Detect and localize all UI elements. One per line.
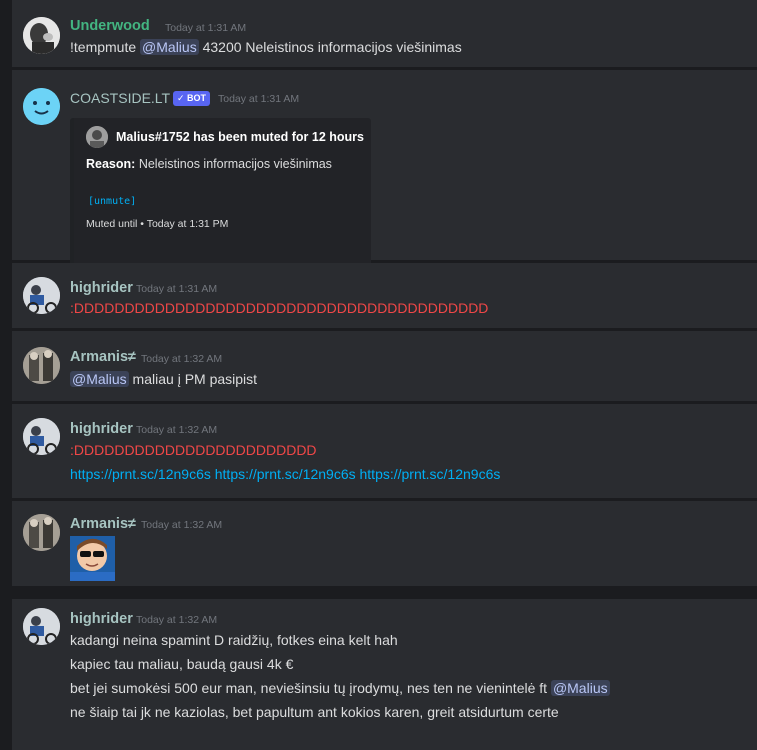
message-coastside-bot: COASTSIDE.LT ✓ BOT Today at 1:31 AM Mali… <box>12 70 757 275</box>
avatar-highrider[interactable] <box>23 277 60 314</box>
username-highrider[interactable]: highrider <box>70 421 133 437</box>
rider-photo-icon <box>23 418 60 455</box>
message-body: maliau į PM pasipist <box>128 371 258 387</box>
sunglasses-emoji-image[interactable] <box>70 536 115 581</box>
avatar-armanis[interactable] <box>23 347 60 384</box>
message-highrider-3: highrider Today at 1:32 AM kadangi neina… <box>12 599 757 750</box>
message-text: @Malius maliau į PM pasipist <box>70 371 257 387</box>
message-text: :DDDDDDDDDDDDDDDDDDDDDDDDDDDDDDDDDDDDDDD… <box>70 300 489 316</box>
avatar-highrider[interactable] <box>23 608 60 645</box>
unmute-action[interactable]: [unmute] <box>88 196 136 207</box>
embed-footer: Muted until • Today at 1:31 PM <box>86 218 228 230</box>
command-text: !tempmute <box>70 39 141 55</box>
username-underwood[interactable]: Underwood <box>70 18 150 34</box>
avatar-coastside-bot[interactable] <box>23 88 60 125</box>
link-prnt[interactable]: https://prnt.sc/12n9c6s <box>70 466 211 482</box>
timestamp: Today at 1:32 AM <box>141 519 223 531</box>
embed-reason: Reason: Neleistinos informacijos viešini… <box>86 157 332 171</box>
message-text: :DDDDDDDDDDDDDDDDDDDDDDDD <box>70 442 317 458</box>
footer-time: Today at 1:31 PM <box>146 218 229 230</box>
message-links: https://prnt.sc/12n9c6s https://prnt.sc/… <box>70 466 500 482</box>
message-line-1: kadangi neina spamint D raidžių, fotkes … <box>70 632 398 648</box>
timestamp: Today at 1:31 AM <box>165 22 247 34</box>
message-line-2: kapiec tau maliau, baudą gausi 4k € <box>70 656 294 672</box>
message-highrider-2: highrider Today at 1:32 AM :DDDDDDDDDDDD… <box>12 404 757 498</box>
sunglasses-face-icon <box>70 536 115 581</box>
command-args: 43200 Neleistinos informacijos viešinima… <box>198 39 462 55</box>
mention-malius[interactable]: @Malius <box>550 680 610 696</box>
message-underwood-tempmute: Underwood Today at 1:31 AM !tempmute @Ma… <box>12 0 757 67</box>
rider-photo-icon <box>23 277 60 314</box>
message-line-3: bet jei sumokėsi 500 eur man, neviešinsi… <box>70 680 610 696</box>
username-armanis[interactable]: Armanis≠ <box>70 516 136 532</box>
couple-photo-icon <box>23 514 60 551</box>
footer-separator: • <box>140 218 144 230</box>
username-highrider[interactable]: highrider <box>70 611 133 627</box>
reason-value: Neleistinos informacijos viešinimas <box>138 157 332 171</box>
link-prnt[interactable]: https://prnt.sc/12n9c6s <box>360 466 501 482</box>
timestamp: Today at 1:32 AM <box>136 614 218 626</box>
username-highrider[interactable]: highrider <box>70 280 133 296</box>
reason-label: Reason: <box>86 157 136 171</box>
message-line-4: ne šiaip tai jk ne kaziolas, bet papultu… <box>70 704 559 720</box>
timestamp: Today at 1:31 AM <box>218 93 300 105</box>
bot-badge: ✓ BOT <box>173 91 211 106</box>
avatar-highrider[interactable] <box>23 418 60 455</box>
avatar-underwood[interactable] <box>23 17 60 54</box>
message-highrider-1: highrider Today at 1:31 AM :DDDDDDDDDDDD… <box>12 263 757 328</box>
username-coastside[interactable]: COASTSIDE.LT <box>70 90 170 106</box>
timestamp: Today at 1:32 AM <box>141 353 223 365</box>
author-photo-icon <box>86 126 108 148</box>
embed-title: Malius#1752 has been muted for 12 hours <box>116 130 364 144</box>
smiley-face-icon <box>23 88 60 125</box>
message-line-3-text: bet jei sumokėsi 500 eur man, neviešinsi… <box>70 680 551 696</box>
rider-photo-icon <box>23 608 60 645</box>
footer-label: Muted until <box>86 218 138 230</box>
message-armanis-1: Armanis≠ Today at 1:32 AM @Malius maliau… <box>12 331 757 401</box>
avatar-photo-icon <box>23 17 60 54</box>
mention-malius[interactable]: @Malius <box>70 371 129 387</box>
message-armanis-2: Armanis≠ Today at 1:32 AM <box>12 501 757 586</box>
message-text: !tempmute @Malius 43200 Neleistinos info… <box>70 39 462 55</box>
timestamp: Today at 1:32 AM <box>136 424 218 436</box>
couple-photo-icon <box>23 347 60 384</box>
embed-author-avatar <box>86 126 108 148</box>
link-prnt[interactable]: https://prnt.sc/12n9c6s <box>215 466 356 482</box>
mute-embed: Malius#1752 has been muted for 12 hours … <box>70 118 371 275</box>
mention-malius[interactable]: @Malius <box>140 39 199 55</box>
username-armanis[interactable]: Armanis≠ <box>70 349 136 365</box>
timestamp: Today at 1:31 AM <box>136 283 218 295</box>
avatar-armanis[interactable] <box>23 514 60 551</box>
